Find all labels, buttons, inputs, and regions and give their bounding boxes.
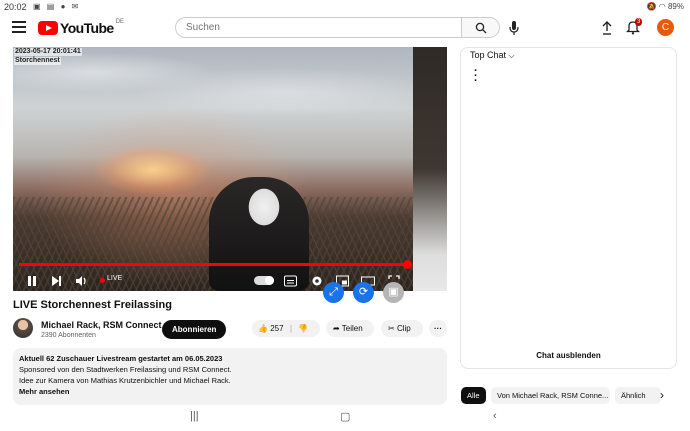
logo-text: YouTube: [60, 20, 114, 36]
subscriber-count: 2390 Abonnenten: [41, 332, 96, 339]
search-input[interactable]: [175, 17, 461, 38]
more-dots-icon: ···: [434, 324, 442, 333]
search-bar: [175, 17, 500, 40]
description-line: Idee zur Kamera von Mathias Krutzenbichl…: [19, 376, 231, 385]
status-bar: 20:02 ▣ ▤ ● ✉ 🔕 ◠ 89%: [0, 0, 690, 14]
video-camera-label: Storchennest: [14, 57, 61, 65]
hide-chat-button[interactable]: Chat ausblenden: [460, 351, 677, 360]
share-button[interactable]: ➦ Teilen: [326, 320, 374, 337]
chevron-right-icon[interactable]: ›: [660, 387, 664, 404]
search-icon: [475, 22, 487, 34]
home-nav-icon[interactable]: ▢: [340, 410, 350, 423]
popup-window-icon: ▣: [388, 286, 399, 298]
description-box[interactable]: Aktuell 62 Zuschauer Livestream gestarte…: [13, 348, 447, 405]
like-button[interactable]: 👍 257: [258, 320, 284, 337]
scissors-icon: ✂: [388, 324, 395, 333]
battery-percent: 89%: [667, 2, 684, 11]
like-dislike-group: 👍 257 | 👎: [252, 320, 320, 337]
back-nav-icon[interactable]: ‹: [493, 410, 497, 422]
like-count: 257: [270, 324, 284, 333]
more-actions-button[interactable]: ···: [429, 320, 447, 337]
description-line: Sponsored von den Stadtwerken Freilassin…: [19, 365, 232, 374]
mute-icon: 🔕: [646, 2, 657, 11]
mic-icon[interactable]: [507, 20, 521, 36]
thumbs-up-icon: 👍: [258, 324, 268, 333]
chip-all[interactable]: Alle: [461, 387, 486, 404]
clip-button[interactable]: ✂ Clip: [381, 320, 423, 337]
chat-more-icon[interactable]: · · ·: [474, 66, 478, 87]
share-arrow-icon: ➦: [333, 324, 340, 333]
show-more-link[interactable]: Mehr ansehen: [19, 387, 69, 396]
dislike-button[interactable]: 👎: [298, 320, 308, 337]
search-button[interactable]: [461, 17, 500, 38]
channel-avatar[interactable]: [13, 318, 33, 338]
next-icon[interactable]: [51, 275, 62, 287]
volume-icon[interactable]: [75, 275, 88, 287]
subtitles-icon[interactable]: [284, 275, 297, 287]
progress-bar[interactable]: [19, 263, 411, 266]
logo-region: DE: [115, 19, 124, 25]
description-stats: Aktuell 62 Zuschauer Livestream gestarte…: [19, 354, 223, 363]
thumbs-down-icon: 👎: [298, 324, 308, 333]
channel-name[interactable]: Michael Rack, RSM Connect: [41, 320, 162, 330]
rotate-fab-button[interactable]: ⟳: [353, 282, 374, 303]
chat-mode-dropdown[interactable]: Top Chat ⌵: [470, 50, 515, 61]
live-chat-panel: [460, 47, 677, 369]
chevron-down-icon: ⌵: [508, 51, 515, 60]
autoplay-toggle[interactable]: [254, 276, 274, 285]
video-title: LIVE Storchennest Freilassing: [13, 299, 172, 311]
status-right: 🔕 ◠ 89%: [647, 2, 684, 11]
video-player[interactable]: 2023-05-17 20:01:41 Storchennest LIVE: [13, 47, 447, 291]
chip-related[interactable]: Ähnlich: [615, 387, 661, 404]
subscribe-button[interactable]: Abonnieren: [162, 320, 227, 339]
chip-channel[interactable]: Von Michael Rack, RSM Conne...: [491, 387, 610, 404]
popup-fab-button[interactable]: ▣: [383, 282, 404, 303]
share-label: Teilen: [341, 324, 363, 333]
pause-icon[interactable]: [27, 275, 37, 287]
notification-badge: 3: [635, 18, 643, 26]
video-frame: [13, 47, 413, 291]
progress-scrubber[interactable]: [403, 260, 412, 269]
clip-label: Clip: [396, 324, 411, 333]
upload-icon[interactable]: [600, 20, 614, 36]
expand-fab-button[interactable]: ⤢: [323, 282, 344, 303]
rotate-icon: ⟳: [358, 286, 369, 298]
menu-icon[interactable]: [12, 21, 26, 33]
status-time: 20:02: [4, 2, 27, 12]
settings-gear-icon[interactable]: [311, 275, 323, 287]
live-label[interactable]: LIVE: [107, 275, 122, 282]
youtube-logo[interactable]: YouTube DE: [38, 19, 124, 36]
youtube-play-icon: [38, 21, 58, 35]
status-notification-icons: ▣ ▤ ● ✉: [33, 2, 81, 11]
wifi-icon: ◠: [658, 2, 666, 11]
live-indicator-dot: [100, 278, 105, 283]
expand-arrows-icon: ⤢: [329, 286, 338, 298]
account-avatar[interactable]: C: [657, 19, 674, 36]
stork-image: [209, 177, 309, 291]
video-timestamp-overlay: 2023-05-17 20:01:41: [14, 48, 82, 56]
recents-nav-icon[interactable]: |||: [190, 410, 199, 422]
chat-title: Top Chat: [470, 50, 507, 60]
